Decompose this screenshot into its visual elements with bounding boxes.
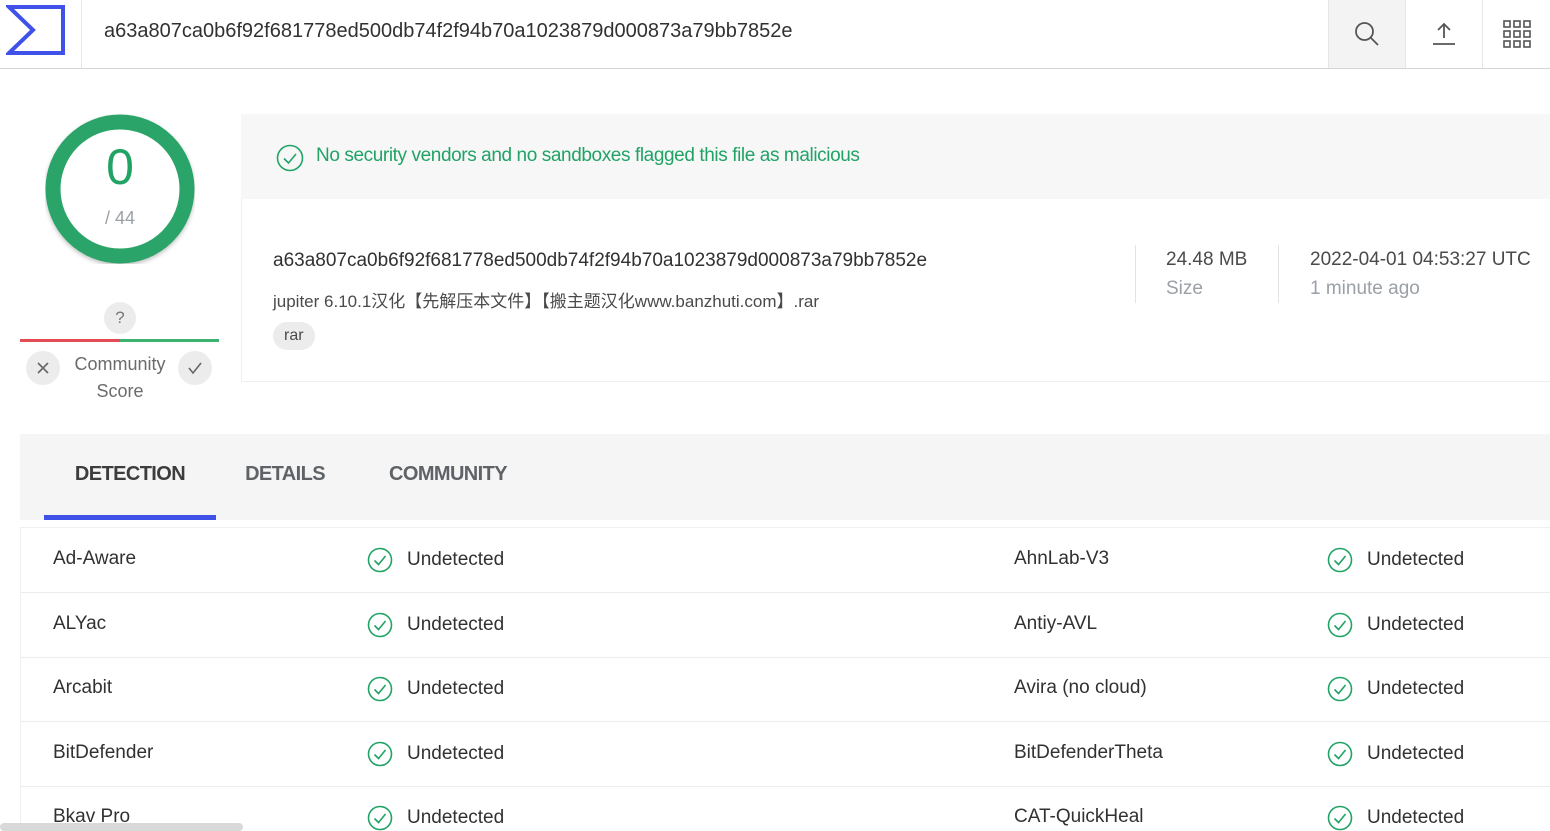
file-hash: a63a807ca0b6f92f681778ed500db74f2f94b70a… <box>273 250 928 271</box>
score-total: / 44 <box>104 208 136 228</box>
vendor-result: Undetected <box>1327 805 1464 831</box>
tab-community[interactable]: COMMUNITY <box>364 434 532 520</box>
table-row: ALYac Undetected Antiy-AVL Undetected <box>21 593 1550 658</box>
check-circle-icon <box>1327 741 1353 767</box>
apps-button[interactable] <box>1482 0 1550 68</box>
vendor-result: Undetected <box>1327 612 1464 638</box>
vendor-name: ALYac <box>53 613 107 634</box>
close-icon <box>37 362 49 374</box>
active-tab-indicator <box>44 515 216 520</box>
table-row: Ad-Aware Undetected AhnLab-V3 Undetected <box>21 528 1550 593</box>
community-score-value: ? <box>104 302 136 334</box>
community-score-bar-negative <box>20 339 120 342</box>
tab-details[interactable]: DETAILS <box>226 434 344 520</box>
result-label: Undetected <box>1367 807 1465 828</box>
vendor-name: BitDefender <box>53 742 154 763</box>
result-label: Undetected <box>1367 614 1465 635</box>
check-circle-icon <box>276 144 304 172</box>
score-detections: 0 <box>106 139 134 195</box>
table-row: Bkav Pro Undetected CAT-QuickHeal Undete… <box>21 786 1550 831</box>
result-label: Undetected <box>1367 678 1465 699</box>
vote-malicious-button[interactable] <box>26 351 60 385</box>
verdict-banner: No security vendors and no sandboxes fla… <box>241 114 1550 199</box>
result-label: Undetected <box>407 678 505 699</box>
vendor-result: Undetected <box>367 676 504 702</box>
community-score-label: Community Score <box>65 351 175 405</box>
community-score-bar-positive <box>120 339 219 342</box>
virustotal-logo[interactable] <box>0 0 82 68</box>
upload-button[interactable] <box>1405 0 1482 68</box>
check-circle-icon <box>1327 612 1353 638</box>
file-name: jupiter 6.10.1汉化【先解压本文件】【搬主题汉化www.banzhu… <box>273 292 820 311</box>
upload-icon <box>1433 22 1455 45</box>
result-label: Undetected <box>407 614 505 635</box>
divider <box>1135 245 1136 303</box>
result-label: Undetected <box>407 807 505 828</box>
check-circle-icon <box>367 741 393 767</box>
analysis-date-relative: 1 minute ago <box>1310 278 1420 299</box>
vendor-name: Avira (no cloud) <box>1014 677 1147 698</box>
result-label: Undetected <box>1367 743 1465 764</box>
vendor-result: Undetected <box>367 741 504 767</box>
check-circle-icon <box>367 676 393 702</box>
apps-grid-icon <box>1502 20 1531 48</box>
result-label: Undetected <box>407 549 505 570</box>
vendor-name: BitDefenderTheta <box>1014 742 1163 763</box>
community-score-label-line2: Score <box>96 381 144 401</box>
search-icon <box>1355 22 1379 46</box>
analysis-date-value: 2022-04-01 04:53:27 UTC <box>1310 249 1531 270</box>
table-row: Arcabit Undetected Avira (no cloud) Unde… <box>21 657 1550 722</box>
vendor-result: Undetected <box>367 547 504 573</box>
top-bar <box>0 0 1550 69</box>
report-tabs: DETECTION DETAILS COMMUNITY <box>20 434 1550 520</box>
vendor-result: Undetected <box>367 805 504 831</box>
vendor-name: AhnLab-V3 <box>1014 548 1110 569</box>
check-circle-icon <box>367 612 393 638</box>
tab-detection[interactable]: DETECTION <box>44 434 216 520</box>
file-type-tag[interactable]: rar <box>273 322 315 350</box>
result-label: Undetected <box>407 743 505 764</box>
check-circle-icon <box>1327 805 1353 831</box>
verdict-message: No security vendors and no sandboxes fla… <box>316 145 860 166</box>
divider <box>1278 245 1279 303</box>
check-circle-icon <box>1327 547 1353 573</box>
detection-score: 0 / 44 <box>45 114 195 264</box>
table-row: BitDefender Undetected BitDefenderTheta … <box>21 722 1550 787</box>
community-score-label-line1: Community <box>74 354 166 374</box>
check-circle-icon <box>367 547 393 573</box>
check-circle-icon <box>1327 676 1353 702</box>
vendor-name: Ad-Aware <box>53 548 137 569</box>
detection-table: Ad-Aware Undetected AhnLab-V3 Undetected… <box>20 527 1550 831</box>
file-size-label: Size <box>1166 278 1203 299</box>
file-info-panel: a63a807ca0b6f92f681778ed500db74f2f94b70a… <box>241 199 1550 382</box>
check-icon <box>188 362 202 375</box>
vendor-result: Undetected <box>1327 547 1464 573</box>
check-circle-icon <box>367 805 393 831</box>
vendor-result: Undetected <box>1327 741 1464 767</box>
vendor-name: Antiy-AVL <box>1014 613 1098 634</box>
vendor-name: Arcabit <box>53 677 113 698</box>
file-size-value: 24.48 MB <box>1166 249 1248 270</box>
vendor-result: Undetected <box>367 612 504 638</box>
vote-harmless-button[interactable] <box>178 351 212 385</box>
vendor-result: Undetected <box>1327 676 1464 702</box>
horizontal-scrollbar[interactable] <box>0 823 243 831</box>
search-button[interactable] <box>1328 0 1405 68</box>
search-input[interactable] <box>104 14 1304 48</box>
community-score: ? Community Score <box>20 300 220 410</box>
result-label: Undetected <box>1367 549 1465 570</box>
vendor-name: CAT-QuickHeal <box>1014 806 1144 827</box>
